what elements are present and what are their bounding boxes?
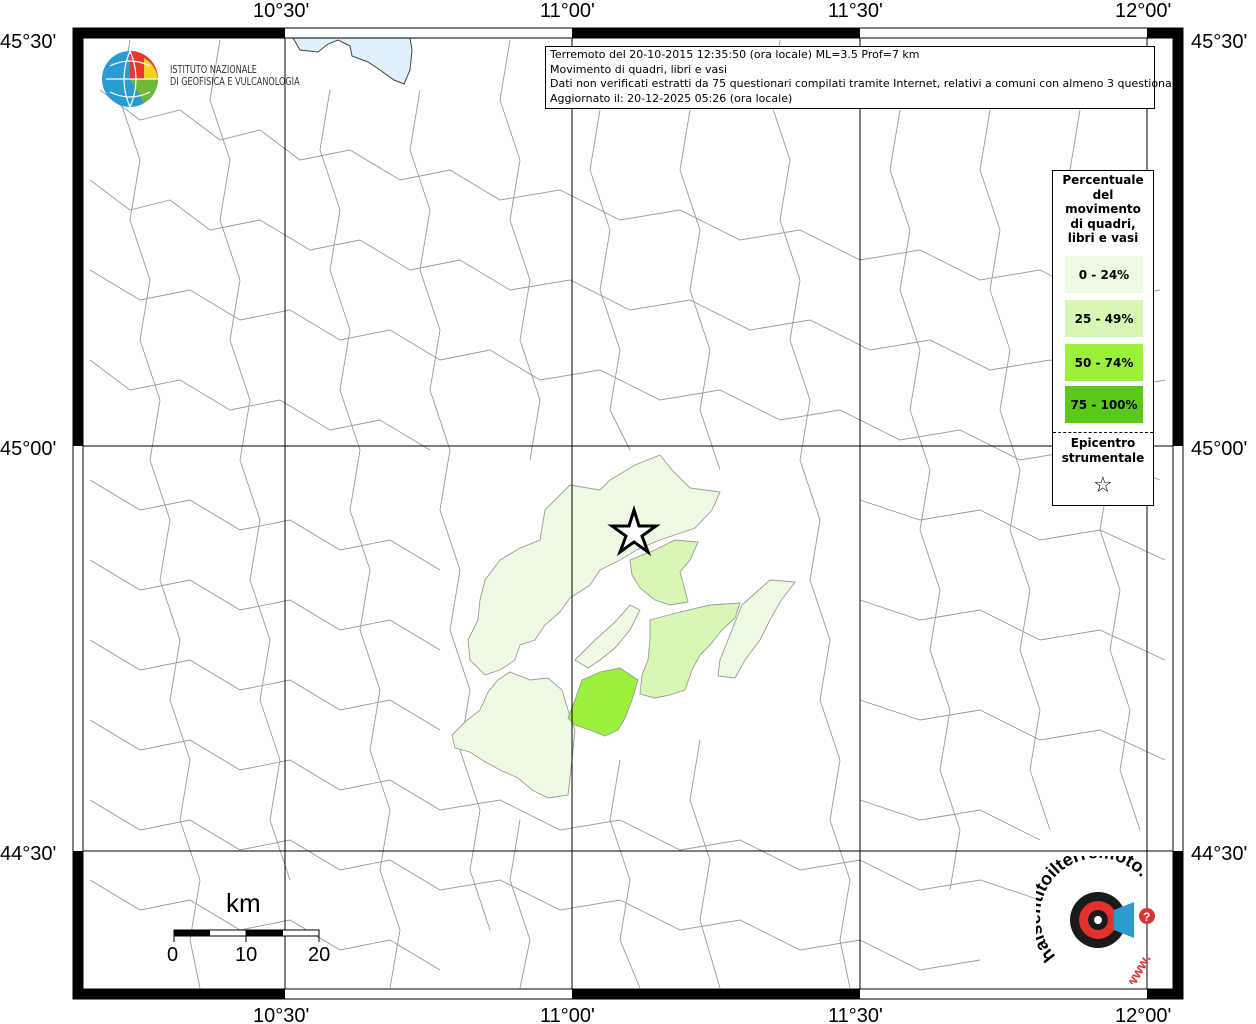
info-line4: Aggiornato il: 20-12-2025 05:26 (ora loc… xyxy=(550,91,793,105)
scale-label-10: 10 xyxy=(235,944,258,966)
legend-epicenter-line: strumentale xyxy=(1061,451,1145,465)
tick-right-0: 45°30' xyxy=(1191,31,1247,53)
tick-top-0: 10°30' xyxy=(253,0,309,22)
tick-right-2: 44°30' xyxy=(1191,843,1247,865)
legend-title-line: libri e vasi xyxy=(1067,231,1139,245)
ingv-line2: DI GEOFISICA E VULCANOLOGIA xyxy=(170,75,300,88)
legend-title-line: Percentuale xyxy=(1062,173,1144,187)
ingv-name: ISTITUTO NAZIONALE DI GEOFISICA E VULCAN… xyxy=(170,64,300,88)
info-line2: Movimento di quadri, libri e vasi xyxy=(550,62,728,76)
legend: Percentuale del movimento di quadri, lib… xyxy=(1052,170,1154,506)
hsn-logo: haisentitoilterremoto.it ? www. xyxy=(1024,840,1166,991)
tick-left-0: 45°30' xyxy=(0,31,56,53)
tick-top-2: 11°30' xyxy=(828,0,883,22)
legend-title-line: del xyxy=(1092,187,1114,202)
scale-label-20: 20 xyxy=(308,944,331,966)
star-icon: ☆ xyxy=(1093,473,1113,498)
legend-class-3: 75 - 100% xyxy=(1065,386,1143,423)
info-box: Terremoto del 20-10-2015 12:35:50 (ora l… xyxy=(545,46,1183,109)
legend-title-line: movimento xyxy=(1065,202,1141,216)
legend-class-0: 0 - 24% xyxy=(1065,256,1143,293)
legend-class-2: 50 - 74% xyxy=(1065,344,1143,381)
legend-class-1: 25 - 49% xyxy=(1065,300,1143,337)
tick-bottom-0: 10°30' xyxy=(253,1005,309,1024)
scale-unit: km xyxy=(226,888,261,918)
info-line1: Terremoto del 20-10-2015 12:35:50 (ora l… xyxy=(550,48,920,61)
tick-top-1: 11°00' xyxy=(540,0,595,22)
info-line3: Dati non verificati estratti da 75 quest… xyxy=(550,77,1183,90)
tick-top-3: 12°00' xyxy=(1115,0,1171,22)
legend-title: Percentuale del movimento di quadri, lib… xyxy=(1053,173,1153,246)
tick-right-1: 45°00' xyxy=(1191,438,1247,460)
hsn-target-icon: haisentitoilterremoto.it ? www. xyxy=(1024,840,1155,991)
tick-left-1: 45°00' xyxy=(0,438,56,460)
ingv-logo xyxy=(100,48,164,114)
svg-text:?: ? xyxy=(1143,910,1150,924)
legend-epicenter: Epicentro strumentale xyxy=(1053,436,1153,466)
hsn-www: www. xyxy=(1121,951,1153,984)
legend-epicenter-line: Epicentro xyxy=(1070,436,1136,450)
tick-left-2: 44°30' xyxy=(0,843,56,865)
tick-bottom-2: 11°30' xyxy=(828,1005,883,1024)
legend-divider xyxy=(1053,432,1153,433)
tick-bottom-1: 11°00' xyxy=(540,1005,595,1024)
scale-label-0: 0 xyxy=(167,944,179,966)
globe-icon xyxy=(102,50,158,108)
legend-title-line: di quadri, xyxy=(1070,216,1136,231)
tick-bottom-3: 12°00' xyxy=(1115,1005,1171,1024)
